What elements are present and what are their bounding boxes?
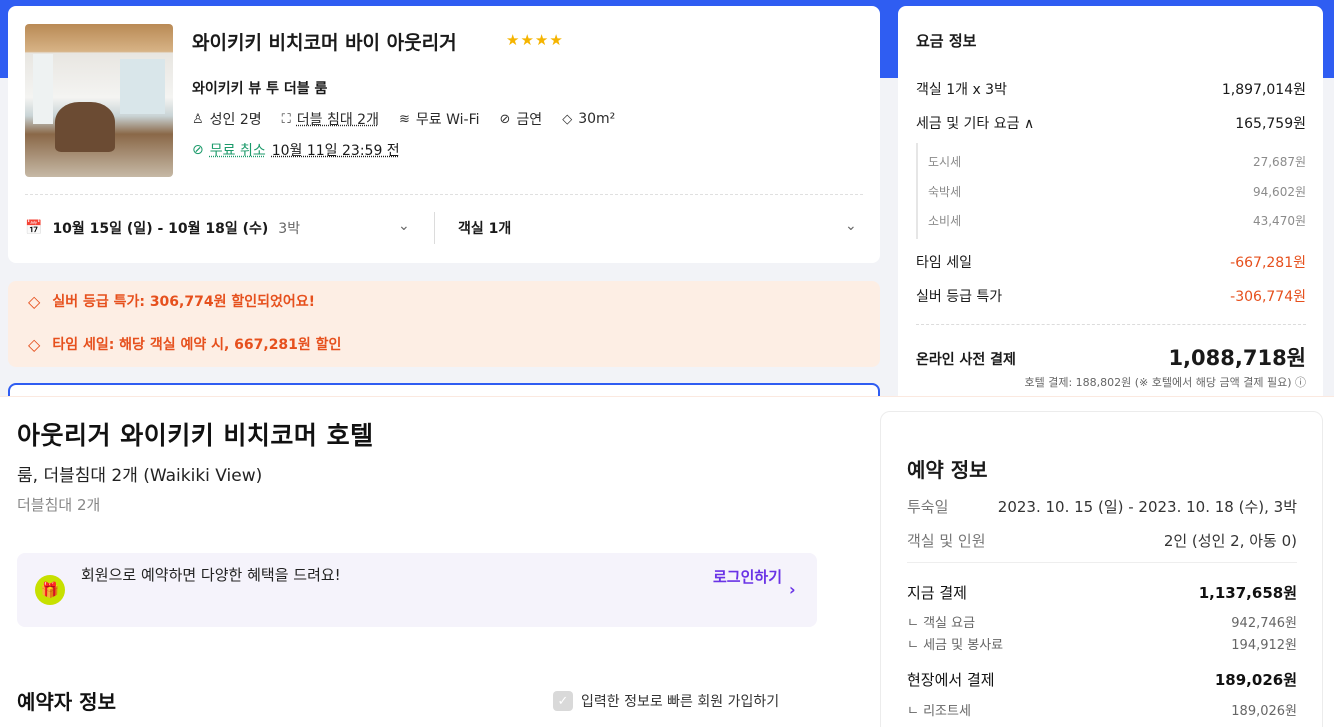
room-count-selector[interactable]: 객실 1개 <box>458 218 511 238</box>
pay-now-row: 지금 결제 1,137,658원 <box>907 584 1297 602</box>
room-size-icon: ◇ <box>562 111 573 127</box>
chevron-down-icon[interactable]: ⌄ <box>398 218 410 234</box>
calendar-icon: 📅 <box>25 220 43 236</box>
tag-icon: ◇ <box>28 291 41 311</box>
nights-count: 3박 <box>278 221 301 237</box>
lodging-tax-row: 숙박세 94,602원 <box>928 185 1306 199</box>
cancel-deadline: 10월 11일 23:59 전 <box>271 143 400 159</box>
member-benefit-text: 회원으로 예약하면 다양한 혜택을 드려요! <box>81 566 341 584</box>
room-price-row: 객실 1개 x 3박 1,897,014원 <box>916 82 1306 98</box>
amenity-bed[interactable]: ⛶ 더블 침대 2개 <box>282 109 379 129</box>
member-benefit-banner: 🎁 회원으로 예약하면 다양한 혜택을 드려요! 로그인하기 › <box>17 553 817 627</box>
person-icon: ♙ <box>192 111 204 127</box>
stay-dates-row: 투숙일 2023. 10. 15 (일) - 2023. 10. 18 (수),… <box>907 498 1297 516</box>
room-description: 룸, 더블침대 2개 (Waikiki View) <box>17 466 263 486</box>
chevron-down-icon[interactable]: ⌄ <box>845 218 857 234</box>
hotel-summary-card: 와이키키 비치코머 바이 아웃리거 ★★★★ 와이키키 뷰 투 더블 룸 ♙ 성… <box>8 6 880 263</box>
login-link[interactable]: 로그인하기 <box>713 565 783 590</box>
room-fee-row: ㄴ 객실 요금 942,746원 <box>907 616 1297 631</box>
amenity-size: ◇ 30m² <box>562 111 616 127</box>
divider <box>25 194 863 195</box>
divider <box>434 212 435 244</box>
reservation-summary-card: 예약 정보 투숙일 2023. 10. 15 (일) - 2023. 10. 1… <box>880 411 1323 727</box>
hotel-name: 와이키키 비치코머 바이 아웃리거 <box>192 32 457 54</box>
silver-discount-notice: ◇ 실버 등급 특가: 306,774원 할인되었어요! <box>28 291 315 311</box>
tax-breakdown-line <box>916 143 918 239</box>
silver-discount-row: 실버 등급 특가 -306,774원 <box>916 289 1306 305</box>
city-tax-row: 도시세 27,687원 <box>928 155 1306 169</box>
quick-signup-checkbox[interactable]: ✓ 입력한 정보로 빠른 회원 가입하기 <box>553 691 779 711</box>
room-name: 와이키키 뷰 투 더블 룸 <box>192 81 328 97</box>
check-icon[interactable]: ✓ <box>553 691 573 711</box>
check-circle-icon: ⊘ <box>192 142 204 158</box>
reservation-title: 예약 정보 <box>907 458 988 482</box>
consumption-tax-row: 소비세 43,470원 <box>928 214 1306 228</box>
pay-onsite-row: 현장에서 결제 189,026원 <box>907 671 1297 689</box>
hotel-pay-note[interactable]: 호텔 결제: 188,802원 (※ 호텔에서 해당 금액 결제 필요) ⓘ <box>1024 374 1306 390</box>
divider <box>916 324 1306 325</box>
hotel-photo[interactable] <box>25 24 173 177</box>
date-selector[interactable]: 📅 10월 15일 (일) - 10월 18일 (수) 3박 <box>25 218 300 238</box>
no-smoking-icon: ⊘ <box>499 111 511 127</box>
amenity-list: ♙ 성인 2명 ⛶ 더블 침대 2개 ≋ 무료 Wi-Fi ⊘ 금연 ◇ 30m… <box>192 109 615 129</box>
free-cancel-info[interactable]: ⊘ 무료 취소 10월 11일 23:59 전 <box>192 140 400 160</box>
tag-icon: ◇ <box>28 334 41 354</box>
price-title: 요금 정보 <box>916 32 977 50</box>
next-section-card <box>8 383 880 397</box>
price-summary-card: 요금 정보 객실 1개 x 3박 1,897,014원 세금 및 기타 요금 ∧… <box>898 6 1323 397</box>
hotel-name: 아웃리거 와이키키 비치코머 호텔 <box>17 421 374 450</box>
online-prepay-label: 온라인 사전 결제 <box>916 352 1016 368</box>
gift-icon: 🎁 <box>35 575 65 605</box>
discount-banner: ◇ 실버 등급 특가: 306,774원 할인되었어요! ◇ 타임 세일: 해당… <box>8 281 880 367</box>
guests-row: 객실 및 인원 2인 (성인 2, 아동 0) <box>907 532 1297 550</box>
stay-dates: 10월 15일 (일) - 10월 18일 (수) <box>52 221 269 237</box>
chevron-right-icon[interactable]: › <box>789 580 796 599</box>
online-prepay-total: 1,088,718원 <box>1168 346 1306 370</box>
booker-info-title: 예약자 정보 <box>17 690 116 714</box>
free-cancel-label: 무료 취소 <box>209 143 266 159</box>
bed-icon: ⛶ <box>281 111 291 127</box>
time-sale-row: 타임 세일 -667,281원 <box>916 255 1306 271</box>
yanolja-booking-panel: 아웃리거 와이키키 비치코머 호텔 룸, 더블침대 2개 (Waikiki Vi… <box>0 397 1334 727</box>
amenity-wifi: ≋ 무료 Wi-Fi <box>398 111 480 129</box>
bed-description: 더블침대 2개 <box>17 496 101 514</box>
resort-tax-row: ㄴ 리조트세 189,026원 <box>907 704 1297 719</box>
star-rating: ★★★★ <box>506 31 564 49</box>
agoda-booking-panel: 와이키키 비치코머 바이 아웃리거 ★★★★ 와이키키 뷰 투 더블 룸 ♙ 성… <box>0 0 1334 397</box>
amenity-nonsmoking: ⊘ 금연 <box>499 111 543 129</box>
amenity-adults: ♙ 성인 2명 <box>192 111 262 129</box>
time-sale-notice: ◇ 타임 세일: 해당 객실 예약 시, 667,281원 할인 <box>28 334 342 354</box>
tax-service-row: ㄴ 세금 및 봉사료 194,912원 <box>907 638 1297 653</box>
divider <box>907 562 1297 563</box>
tax-total-row[interactable]: 세금 및 기타 요금 ∧ 165,759원 <box>916 113 1306 133</box>
wifi-icon: ≋ <box>398 111 410 127</box>
